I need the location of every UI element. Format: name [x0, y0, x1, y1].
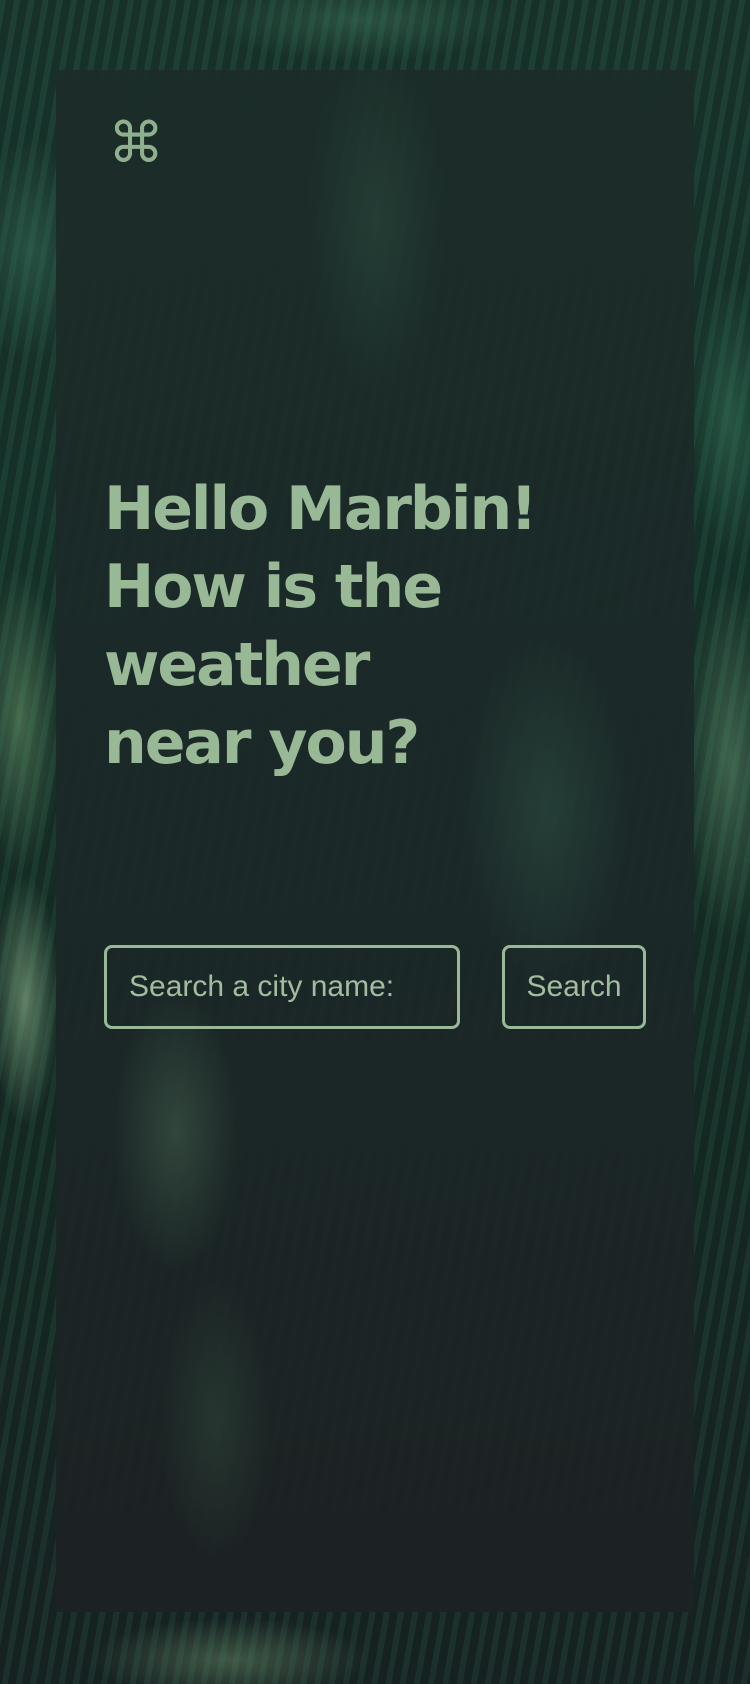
greeting-heading: Hello Marbin! How is the weather near yo…	[104, 470, 664, 782]
greeting-line: Hello Marbin!	[104, 474, 538, 544]
greeting-line: How is the weather	[104, 552, 443, 700]
search-button[interactable]: Search	[502, 945, 646, 1029]
command-icon: ⌘	[108, 111, 164, 176]
greeting-line: near you?	[104, 708, 420, 778]
city-search-input[interactable]	[104, 945, 460, 1029]
weather-card: ⌘ Hello Marbin! How is the weather near …	[56, 70, 694, 1612]
